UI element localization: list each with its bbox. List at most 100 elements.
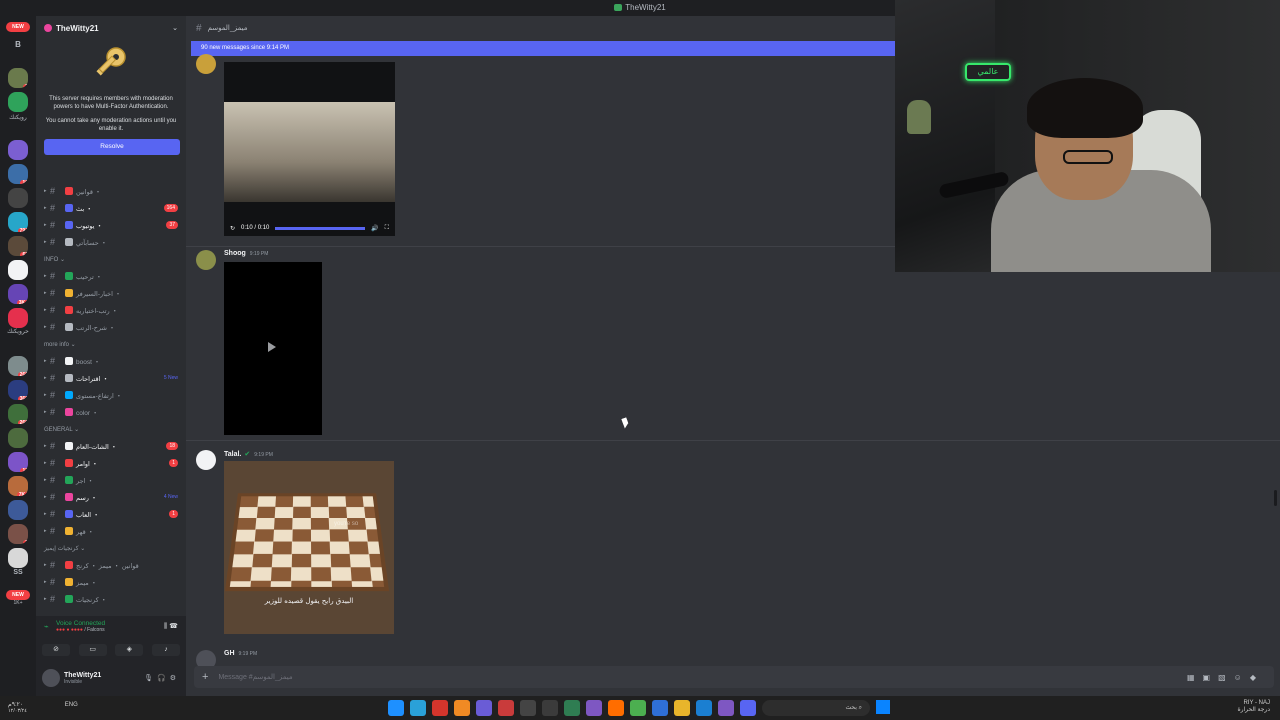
- disconnect-icon[interactable]: ⫼ ☎: [164, 622, 178, 631]
- channel-item[interactable]: ▸ # رسم ・ 4 New: [36, 488, 186, 505]
- message-author[interactable]: Shoog 9:19 PM: [224, 250, 268, 257]
- new-unread-pill-bottom[interactable]: NEW: [6, 590, 30, 600]
- gift-icon[interactable]: ▦: [1187, 673, 1203, 682]
- apps-icon[interactable]: ◆: [1250, 673, 1264, 682]
- channel-item[interactable]: ▸ # الشات-العام ・ 18: [36, 437, 186, 454]
- server-icon[interactable]: 17: [8, 452, 28, 472]
- taskbar-app-icon[interactable]: [718, 700, 734, 716]
- channel-item[interactable]: ▸ # قوانين ・ ميمز ・ كرنج: [36, 556, 186, 573]
- server-icon[interactable]: 266: [8, 356, 28, 376]
- category-more-info[interactable]: more info ⌄: [36, 339, 186, 352]
- channel-item[interactable]: ▸ # كرنجيات ・: [36, 590, 186, 607]
- channel-item[interactable]: ▸ # حسابآتي ・: [36, 233, 186, 250]
- chevron-down-icon[interactable]: ⌄: [172, 24, 178, 32]
- volume-icon[interactable]: 🔊: [371, 225, 378, 232]
- mic-icon[interactable]: 🎙: [144, 675, 157, 682]
- server-icon[interactable]: 16: [8, 164, 28, 184]
- emoji-icon[interactable]: ☺: [1234, 673, 1250, 682]
- taskbar-app-icon[interactable]: [476, 700, 492, 716]
- server-b[interactable]: B: [0, 40, 36, 49]
- category-general[interactable]: GENERAL ⌄: [36, 424, 186, 437]
- server-ss[interactable]: SS: [0, 569, 36, 576]
- taskbar-app-icon[interactable]: [652, 700, 668, 716]
- channel-item[interactable]: ▸ # بث ・ 164: [36, 199, 186, 216]
- scrollbar[interactable]: [1274, 490, 1277, 506]
- channel-item[interactable]: ▸ # اوامر ・ 1: [36, 454, 186, 471]
- message-author[interactable]: Talal. ✔ 9:19 PM: [224, 450, 273, 458]
- channel-item[interactable]: ▸ # ميمز ・: [36, 573, 186, 590]
- taskbar-app-icon[interactable]: [608, 700, 624, 716]
- taskbar-app-icon[interactable]: [388, 700, 404, 716]
- video-attachment[interactable]: you're so البيدق رايح يقول قصيده للوزير: [224, 461, 394, 634]
- video-attachment[interactable]: [224, 262, 322, 435]
- taskbar-app-icon[interactable]: [740, 700, 756, 716]
- video-attachment[interactable]: ↻ 0:10 / 0:10 🔊 ⛶: [224, 62, 395, 236]
- server-icon[interactable]: [8, 308, 28, 328]
- windows-start-icon[interactable]: [876, 700, 890, 714]
- channel-item[interactable]: ▸ # ارتفاع-مستوى ・: [36, 386, 186, 403]
- avatar[interactable]: [196, 450, 216, 470]
- server-icon[interactable]: [8, 188, 28, 208]
- taskbar-app-icon[interactable]: [586, 700, 602, 716]
- category-clips[interactable]: كرنجيات إيميز ⌄: [36, 543, 186, 556]
- message-composer[interactable]: + Message #ميمز_الموسم ▦▣▧☺◆: [194, 666, 1274, 688]
- taskbar-app-icon[interactable]: [454, 700, 470, 716]
- replay-icon[interactable]: ↻: [230, 225, 235, 232]
- channel-item[interactable]: ▸ # شرح-الرتب ・: [36, 318, 186, 335]
- server-icon[interactable]: [8, 260, 28, 280]
- avatar[interactable]: [196, 54, 216, 74]
- channel-item[interactable]: ▸ # color ・: [36, 403, 186, 420]
- channel-item[interactable]: ▸ # قوانين ・: [36, 182, 186, 199]
- camera-off-icon[interactable]: ⊘: [42, 644, 70, 656]
- gear-icon[interactable]: ⚙: [170, 675, 180, 682]
- taskbar-app-icon[interactable]: [498, 700, 514, 716]
- server-icon[interactable]: [8, 140, 28, 160]
- weather-widget[interactable]: RIY - NAJ درجة الحرارة: [1237, 700, 1270, 714]
- server-icon[interactable]: [8, 500, 28, 520]
- sticker-icon[interactable]: ▧: [1218, 673, 1234, 682]
- channel-item[interactable]: ▸ # boost ・: [36, 352, 186, 369]
- taskbar-app-icon[interactable]: [630, 700, 646, 716]
- activity-icon[interactable]: ◈: [115, 644, 144, 656]
- server-icon[interactable]: [8, 428, 28, 448]
- channel-item[interactable]: ▸ # قهر ・: [36, 522, 186, 539]
- screen-share-icon[interactable]: ▭: [78, 644, 107, 656]
- channel-item[interactable]: ▸ # يوتيوب ・ 37: [36, 216, 186, 233]
- resolve-button[interactable]: Resolve: [44, 139, 180, 155]
- server-icon[interactable]: [8, 92, 28, 112]
- category-info[interactable]: INFO ⌄: [36, 254, 186, 267]
- taskbar-app-icon[interactable]: [542, 700, 558, 716]
- voice-channel[interactable]: ●●● ● ●●●● / Falcons: [56, 627, 180, 633]
- fullscreen-icon[interactable]: ⛶: [385, 225, 389, 232]
- voice-status[interactable]: Voice Connected: [56, 620, 180, 627]
- avatar[interactable]: [196, 250, 216, 270]
- server-icon[interactable]: 360: [8, 380, 28, 400]
- server-icon[interactable]: 7K+: [8, 476, 28, 496]
- taskbar-app-icon[interactable]: [410, 700, 426, 716]
- taskbar-app-icon[interactable]: [564, 700, 580, 716]
- message-author[interactable]: GH 9:19 PM: [224, 650, 257, 657]
- taskbar-app-icon[interactable]: [432, 700, 448, 716]
- gif-icon[interactable]: ▣: [1203, 673, 1219, 682]
- headphones-icon[interactable]: 🎧: [157, 675, 170, 682]
- channel-item[interactable]: ▸ # ترحيب ・: [36, 267, 186, 284]
- channel-item[interactable]: ▸ # اقتراحات ・ 5 New: [36, 369, 186, 386]
- taskbar-app-icon[interactable]: [674, 700, 690, 716]
- server-icon[interactable]: 791: [8, 212, 28, 232]
- channel-item[interactable]: ▸ # العاب ・ 1: [36, 505, 186, 522]
- message-input[interactable]: Message #ميمز_الموسم: [218, 673, 292, 681]
- channel-item[interactable]: ▸ # رتب-اختياريه ・: [36, 301, 186, 318]
- taskbar-app-icon[interactable]: [696, 700, 712, 716]
- server-icon[interactable]: 260: [8, 404, 28, 424]
- signal-icon[interactable]: ⌁: [44, 622, 49, 631]
- new-unread-pill[interactable]: NEW: [6, 22, 30, 32]
- server-header[interactable]: TheWitty21 ⌄: [36, 16, 186, 40]
- channel-item[interactable]: ▸ # اجر ・: [36, 471, 186, 488]
- username[interactable]: TheWitty21: [64, 672, 101, 679]
- language-indicator[interactable]: ENG: [65, 702, 78, 708]
- server-icon[interactable]: 62: [8, 236, 28, 256]
- channel-item[interactable]: ▸ # اخبار-السيرفر ・: [36, 284, 186, 301]
- server-icon[interactable]: 3: [8, 68, 28, 88]
- server-icon[interactable]: 7: [8, 524, 28, 544]
- plus-icon[interactable]: +: [202, 671, 208, 683]
